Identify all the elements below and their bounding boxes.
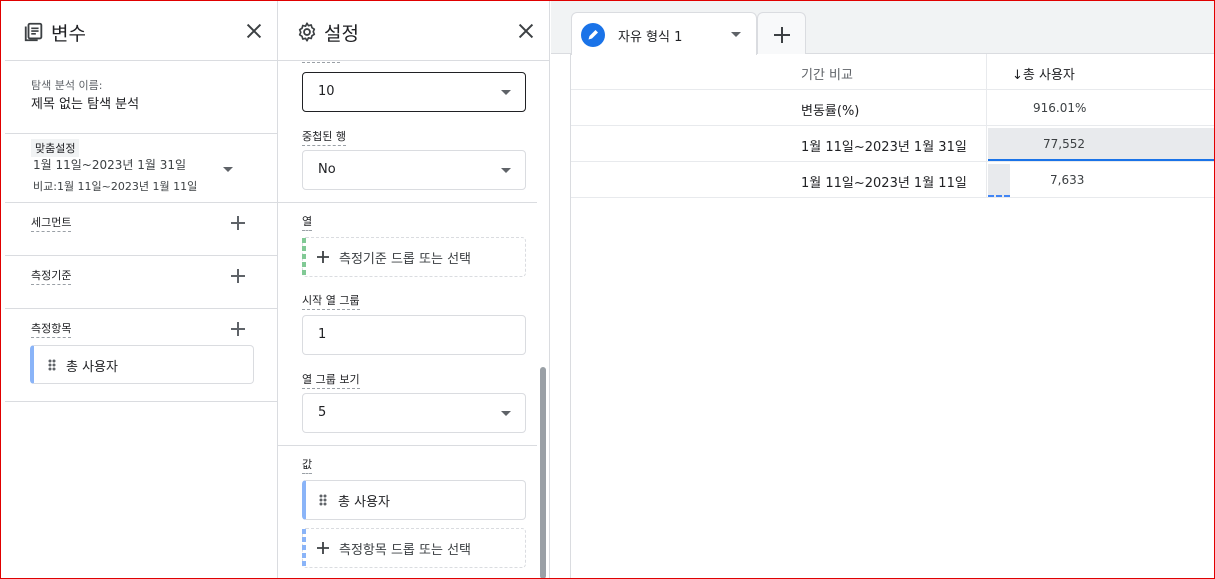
pencil-icon[interactable] xyxy=(581,23,605,47)
row-value-cell: 916.01% xyxy=(986,90,1215,125)
plus-icon xyxy=(317,542,329,554)
exploration-name-label: 탐색 분석 이름: xyxy=(31,79,103,92)
value-chip-total-users[interactable]: 총 사용자 xyxy=(302,480,526,520)
settings-scrollbar[interactable] xyxy=(540,367,546,579)
row-label-cell: 1월 11일~2023년 1월 31일 xyxy=(571,126,986,161)
variables-header: 변수 xyxy=(5,0,277,61)
values-drop-text: 측정항목 드롭 또는 선택 xyxy=(339,543,471,558)
add-segment-plus-icon[interactable] xyxy=(230,215,246,231)
row-label: 1월 11일~2023년 1월 11일 xyxy=(801,176,967,191)
row-value-cell: 7,633 xyxy=(986,162,1215,197)
tab-bar: 자유 형식 1 xyxy=(551,0,1215,55)
report-canvas: 자유 형식 1 기간 비교 ↓총 사용자 변동률(%) 916.01% 1월 1… xyxy=(551,0,1215,579)
settings-title: 설정 xyxy=(324,23,359,45)
metrics-label: 측정항목 xyxy=(31,320,72,338)
drag-handle-icon[interactable] xyxy=(48,359,56,371)
row-value: 77,552 xyxy=(1043,137,1085,151)
table-row: 1월 11일~2023년 1월 11일 7,633 xyxy=(571,162,1215,198)
divider xyxy=(5,133,277,134)
date-preset-label: 맞춤설정 xyxy=(31,139,80,157)
show-column-groups-select[interactable]: 5 xyxy=(302,393,526,433)
dropdown-arrow-icon[interactable] xyxy=(222,164,234,174)
show-column-groups-label: 열 그룹 보기 xyxy=(302,371,360,389)
columns-label: 열 xyxy=(302,213,313,231)
plus-icon xyxy=(317,251,329,263)
nested-rows-label: 중첩된 행 xyxy=(302,128,346,146)
add-dimension-plus-icon[interactable] xyxy=(230,268,246,284)
variables-icon xyxy=(24,22,43,42)
table-row: 1월 11일~2023년 1월 31일 77,552 xyxy=(571,126,1215,162)
exploration-name-input[interactable]: 제목 없는 탐색 분석 xyxy=(31,93,139,112)
divider xyxy=(5,308,277,309)
metric-chip-label: 총 사용자 xyxy=(66,360,118,375)
row-value: 916.01% xyxy=(1033,101,1087,115)
plus-icon xyxy=(774,27,790,43)
drop-zone-color-bar xyxy=(302,529,306,567)
segments-label: 세그먼트 xyxy=(31,214,72,232)
dropdown-arrow-icon xyxy=(501,168,511,173)
tab-freeform-1[interactable]: 자유 형식 1 xyxy=(571,12,757,55)
row-value: 7,633 xyxy=(1050,173,1085,187)
start-column-group-value: 1 xyxy=(318,327,327,342)
dropdown-arrow-icon xyxy=(501,411,511,416)
columns-drop-zone[interactable]: 측정기준 드롭 또는 선택 xyxy=(302,237,526,277)
value-bar xyxy=(988,128,1214,161)
close-icon[interactable] xyxy=(515,20,537,42)
header-dimension[interactable]: 기간 비교 xyxy=(801,64,853,83)
tab-label: 자유 형식 1 xyxy=(618,30,683,45)
variables-panel: 변수 탐색 분석 이름: 제목 없는 탐색 분석 맞춤설정 1월 11일~202… xyxy=(5,0,278,579)
metric-chip-total-users[interactable]: 총 사용자 xyxy=(30,345,254,384)
divider xyxy=(5,255,277,256)
row-label-cell: 1월 11일~2023년 1월 11일 xyxy=(571,162,986,197)
rows-shown-value: 10 xyxy=(318,84,335,99)
value-chip-label: 총 사용자 xyxy=(338,495,390,510)
add-tab-button[interactable] xyxy=(757,12,806,54)
settings-header: 설정 xyxy=(278,0,549,61)
value-bar xyxy=(988,164,1010,197)
settings-panel: 설정 10 중첩된 행 No 열 측정기준 드롭 또는 선택 시작 열 그룹 1… xyxy=(278,0,550,579)
drag-handle-icon[interactable] xyxy=(319,494,327,506)
divider xyxy=(5,202,277,203)
header-dim-cell: 기간 비교 xyxy=(571,54,986,89)
row-label-cell: 변동률(%) xyxy=(571,90,986,125)
date-range-value[interactable]: 1월 11일~2023년 1월 31일 xyxy=(33,156,186,173)
row-label: 1월 11일~2023년 1월 31일 xyxy=(801,140,967,155)
values-label: 값 xyxy=(302,456,313,474)
rows-shown-select[interactable]: 10 xyxy=(302,72,526,112)
close-icon[interactable] xyxy=(243,20,265,42)
table-row: 변동률(%) 916.01% xyxy=(571,90,1215,126)
dropdown-arrow-icon xyxy=(501,90,511,95)
row-label: 변동률(%) xyxy=(801,104,860,119)
nested-rows-value: No xyxy=(318,162,336,177)
freeform-table: 기간 비교 ↓총 사용자 변동률(%) 916.01% 1월 11일~2023년… xyxy=(570,54,1215,579)
divider xyxy=(278,445,537,446)
gear-icon xyxy=(298,22,316,42)
header-metric[interactable]: ↓총 사용자 xyxy=(1012,64,1075,83)
columns-drop-text: 측정기준 드롭 또는 선택 xyxy=(339,252,471,267)
drop-zone-color-bar xyxy=(302,238,306,276)
start-column-group-label: 시작 열 그룹 xyxy=(302,292,360,310)
nested-rows-select[interactable]: No xyxy=(302,150,526,190)
divider xyxy=(278,202,537,203)
date-compare-value[interactable]: 비교:1월 11일~2023년 1월 11일 xyxy=(33,178,197,194)
dimensions-label: 측정기준 xyxy=(31,267,72,285)
row-value-cell: 77,552 xyxy=(986,126,1215,161)
divider xyxy=(5,401,277,402)
scrolled-label-fragment xyxy=(302,62,340,63)
table-header-row: 기간 비교 ↓총 사용자 xyxy=(571,54,1215,90)
values-drop-zone[interactable]: 측정항목 드롭 또는 선택 xyxy=(302,528,526,568)
add-metric-plus-icon[interactable] xyxy=(230,321,246,337)
variables-title: 변수 xyxy=(51,23,86,45)
show-column-groups-value: 5 xyxy=(318,405,327,420)
dropdown-arrow-icon[interactable] xyxy=(731,32,741,37)
start-column-group-input[interactable]: 1 xyxy=(302,315,526,355)
header-metric-cell: ↓총 사용자 xyxy=(986,54,1215,89)
